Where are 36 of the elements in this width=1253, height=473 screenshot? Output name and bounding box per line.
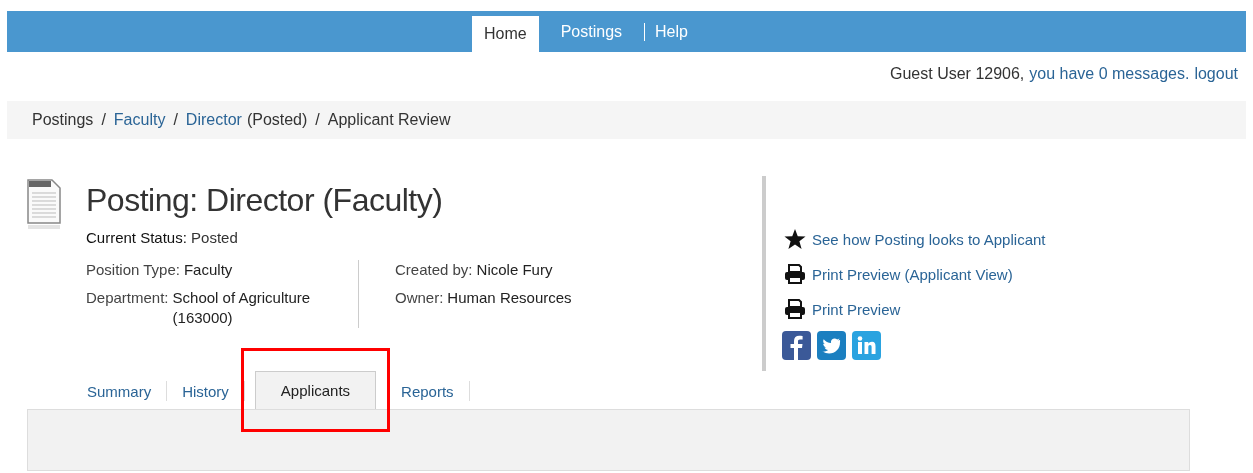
facebook-icon[interactable] bbox=[782, 331, 811, 360]
field-value: School of Agriculture (163000) bbox=[172, 288, 312, 328]
field-label: Owner: bbox=[395, 288, 444, 308]
breadcrumb-link[interactable]: Director bbox=[185, 111, 242, 129]
breadcrumb-separator: / bbox=[315, 111, 320, 129]
messages-link[interactable]: you have 0 messages. bbox=[1029, 65, 1190, 88]
breadcrumb-status: (Posted) bbox=[246, 111, 308, 129]
document-icon bbox=[27, 179, 61, 231]
nav-tab[interactable]: Home bbox=[472, 16, 539, 52]
current-status: Current Status: Posted bbox=[86, 229, 239, 246]
field-value: Human Resources bbox=[447, 288, 572, 308]
section-tab[interactable]: Summary bbox=[72, 381, 168, 401]
breadcrumb-link[interactable]: Faculty bbox=[113, 111, 166, 129]
action-link[interactable]: Print Preview bbox=[812, 300, 901, 318]
logout-link[interactable]: logout bbox=[1194, 65, 1238, 88]
twitter-icon[interactable] bbox=[817, 331, 846, 360]
section-tab[interactable]: Applicants bbox=[254, 371, 377, 409]
breadcrumb-item: Postings bbox=[32, 111, 94, 129]
breadcrumb-separator: / bbox=[173, 111, 178, 129]
field-value: Faculty bbox=[183, 260, 233, 280]
field-value: Nicole Fury bbox=[476, 260, 553, 280]
linkedin-icon[interactable] bbox=[852, 331, 881, 360]
posting-title: Posting: Director (Faculty) bbox=[86, 182, 444, 219]
section-tab[interactable]: History bbox=[167, 381, 245, 401]
action-link[interactable]: See how Posting looks to Applicant bbox=[812, 230, 1046, 248]
breadcrumb-item: Applicant Review bbox=[327, 111, 451, 129]
field-label: Created by: bbox=[395, 260, 473, 280]
printer-icon bbox=[784, 264, 806, 284]
field-label: Department: bbox=[86, 288, 169, 308]
breadcrumb-separator: / bbox=[101, 111, 106, 129]
printer-icon bbox=[784, 299, 806, 319]
user-name: Guest User 12906, bbox=[890, 65, 1025, 84]
action-link[interactable]: Print Preview (Applicant View) bbox=[812, 265, 1013, 283]
field-label: Position Type: bbox=[86, 260, 180, 280]
section-tab[interactable]: Reports bbox=[386, 381, 470, 401]
star-icon bbox=[784, 228, 806, 250]
